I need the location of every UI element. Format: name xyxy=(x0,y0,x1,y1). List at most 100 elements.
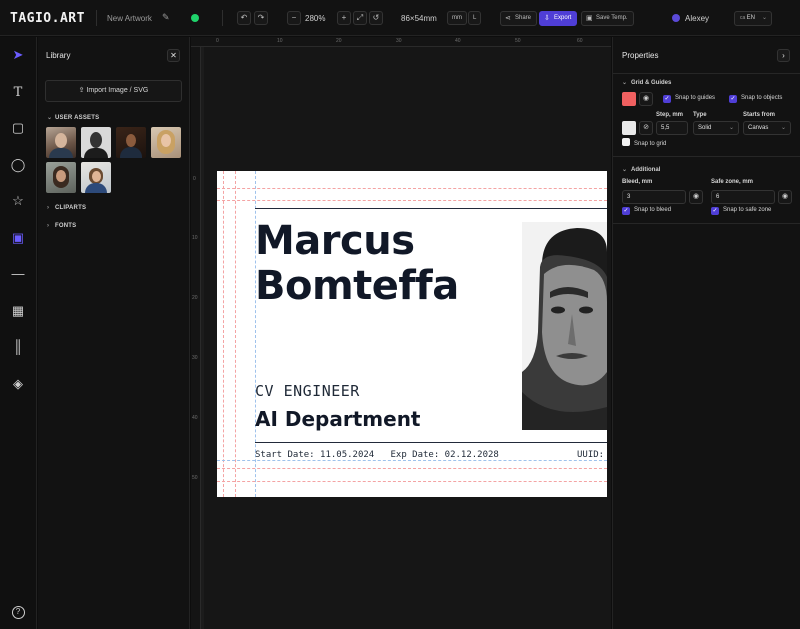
save-icon: ▣ xyxy=(586,15,593,22)
card-department[interactable]: AI Department xyxy=(255,407,421,431)
card-role[interactable]: CV ENGINEER xyxy=(255,382,360,400)
cliparts-section[interactable]: › CLIPARTS xyxy=(47,205,86,211)
guide-color-swatch[interactable] xyxy=(622,92,636,106)
bleed-visibility-toggle[interactable]: ◉ xyxy=(689,190,703,204)
undo-button[interactable]: ↶ xyxy=(237,11,251,25)
undo-icon: ↶ xyxy=(240,13,248,22)
type-value: Solid xyxy=(698,125,712,131)
card-uuid[interactable]: UUID: xyxy=(577,450,604,460)
asset-face xyxy=(126,134,136,147)
language-select[interactable]: ca EN ⌄ xyxy=(734,11,772,26)
ruler-left[interactable]: 0 10 20 30 40 50 xyxy=(191,47,201,629)
rectangle-tool[interactable]: ▢ xyxy=(8,118,28,138)
starts-from-select[interactable]: Canvas ⌄ xyxy=(743,121,791,135)
asset-thumbnail[interactable] xyxy=(46,162,76,193)
grid-guides-label: Grid & Guides xyxy=(631,80,672,86)
asset-thumbnail[interactable] xyxy=(46,127,76,158)
redo-button[interactable]: ↷ xyxy=(254,11,268,25)
unit-button[interactable]: mm xyxy=(447,11,467,25)
zoom-in-button[interactable]: + xyxy=(337,11,351,25)
share-button[interactable]: ⋖ Share xyxy=(500,11,538,26)
ruler-top[interactable]: 0 10 20 30 40 50 60 xyxy=(191,37,611,47)
reset-zoom-button[interactable]: ↺ xyxy=(369,11,383,25)
barcode-tool[interactable]: ║ xyxy=(8,337,28,357)
eye-off-icon: ⊘ xyxy=(643,124,649,131)
safe-zone-input[interactable]: 6 xyxy=(711,190,775,204)
image-icon: ▣ xyxy=(11,230,25,245)
card-name[interactable]: Marcus Bomteffa xyxy=(255,219,459,309)
close-library-button[interactable]: ✕ xyxy=(167,49,180,62)
check-icon: ✓ xyxy=(729,95,737,103)
ellipse-tool[interactable]: ◯ xyxy=(8,155,28,175)
left-toolbar: ➤ T ▢ ◯ ☆ ▣ — ▦ ║ ◈ ? xyxy=(0,37,37,629)
divider xyxy=(613,156,800,157)
layers-tool[interactable]: ◈ xyxy=(8,374,28,394)
checkbox-empty-icon xyxy=(622,138,630,146)
import-label: Import Image / SVG xyxy=(86,87,149,94)
step-input[interactable]: 5,5 xyxy=(656,121,688,135)
ruler-tick: 40 xyxy=(192,415,198,421)
safe-zone-visibility-toggle[interactable]: ◉ xyxy=(778,190,792,204)
text-icon: T xyxy=(13,85,23,100)
divider xyxy=(96,10,97,26)
snap-to-grid-checkbox[interactable]: Snap to grid xyxy=(622,138,666,147)
card-exp-date: Exp Date: 02.12.2028 xyxy=(390,450,499,460)
chevron-right-icon: › xyxy=(782,51,785,60)
zoom-out-button[interactable]: − xyxy=(287,11,301,25)
app-logo[interactable]: TAGIO.ART xyxy=(10,11,85,26)
fonts-label: FONTS xyxy=(55,223,77,229)
snap-to-bleed-checkbox[interactable]: ✓ Snap to bleed xyxy=(622,207,671,215)
line-icon: — xyxy=(11,266,25,281)
qr-tool[interactable]: ▦ xyxy=(8,301,28,321)
asset-shoulders xyxy=(49,148,73,158)
snap-to-safe-zone-checkbox[interactable]: ✓ Snap to safe zone xyxy=(711,207,771,215)
asset-thumbnail[interactable] xyxy=(151,127,181,158)
snap-to-guides-checkbox[interactable]: ✓ Snap to guides xyxy=(663,95,715,103)
user-assets-section[interactable]: ⌄ USER ASSETS xyxy=(47,114,99,121)
text-tool[interactable]: T xyxy=(8,82,28,102)
asset-thumbnail[interactable] xyxy=(81,162,111,193)
save-status-indicator xyxy=(191,14,199,22)
id-card-artboard[interactable]: Marcus Bomteffa CV ENGINEER AI Departmen… xyxy=(217,171,607,497)
line-tool[interactable]: — xyxy=(8,264,28,284)
select-tool[interactable]: ➤ xyxy=(8,45,28,65)
image-tool[interactable]: ▣ xyxy=(8,228,28,248)
type-select[interactable]: Solid ⌄ xyxy=(693,121,739,135)
pencil-icon[interactable]: ✎ xyxy=(162,12,170,23)
asset-thumbnail[interactable] xyxy=(81,127,111,158)
fonts-section[interactable]: › FONTS xyxy=(47,223,76,229)
chevron-down-icon: ⌄ xyxy=(728,125,734,131)
card-divider-top[interactable] xyxy=(255,208,607,209)
guides-visibility-toggle[interactable]: ◉ xyxy=(639,92,653,106)
bleed-guide xyxy=(223,171,224,497)
user-name[interactable]: Alexey xyxy=(685,14,709,23)
starts-from-value: Canvas xyxy=(748,125,769,131)
help-tool[interactable]: ? xyxy=(8,600,28,620)
additional-section[interactable]: ⌄ Additional xyxy=(622,166,660,173)
fit-screen-button[interactable]: ⤢ xyxy=(353,11,367,25)
save-template-button[interactable]: ▣ Save Temp. xyxy=(581,11,634,26)
card-dates[interactable]: Start Date: 11.05.2024 Exp Date: 02.12.2… xyxy=(255,450,499,460)
close-icon: ✕ xyxy=(170,51,177,60)
divider xyxy=(613,223,800,224)
grid-visibility-toggle[interactable]: ⊘ xyxy=(639,121,653,135)
share-icon: ⋖ xyxy=(505,15,511,22)
grid-guides-section[interactable]: ⌄ Grid & Guides xyxy=(622,79,671,86)
chevron-right-icon: › xyxy=(47,223,50,229)
card-photo[interactable] xyxy=(522,222,607,430)
export-button[interactable]: ⇩ Export xyxy=(539,11,578,26)
bleed-input[interactable]: 3 xyxy=(622,190,686,204)
snap-to-objects-checkbox[interactable]: ✓ Snap to objects xyxy=(729,95,782,103)
properties-toggle-button[interactable]: › xyxy=(777,49,790,62)
eye-icon: ◉ xyxy=(692,193,700,200)
grid-color-swatch[interactable] xyxy=(622,121,636,135)
star-tool[interactable]: ☆ xyxy=(8,191,28,211)
avatar[interactable] xyxy=(672,14,680,22)
snap-to-objects-label: Snap to objects xyxy=(741,95,783,101)
orientation-button[interactable]: L xyxy=(468,11,482,25)
artwork-name[interactable]: New Artwork xyxy=(107,14,152,23)
asset-thumbnail[interactable] xyxy=(116,127,146,158)
card-divider-bottom[interactable] xyxy=(255,442,607,443)
import-image-button[interactable]: ⇪ Import Image / SVG xyxy=(45,80,182,102)
bleed-guide xyxy=(217,188,607,189)
